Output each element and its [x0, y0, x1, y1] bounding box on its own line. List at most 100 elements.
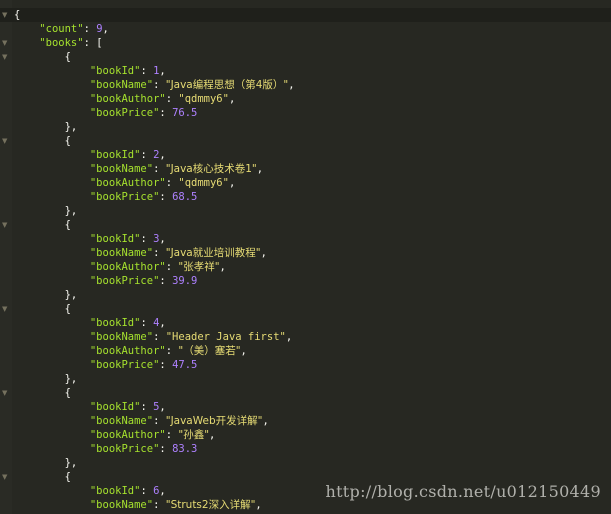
code-text: "books": [: [14, 36, 103, 50]
code-line[interactable]: "bookName": "Java核心技术卷1",: [0, 162, 611, 176]
token-punc: [14, 429, 90, 441]
code-line[interactable]: "bookName": "Java编程思想（第4版）",: [0, 78, 611, 92]
code-line[interactable]: "bookAuthor": "qdmmy6",: [0, 176, 611, 190]
fold-toggle-icon[interactable]: ▼: [2, 8, 10, 22]
code-line[interactable]: "bookPrice": 68.5: [0, 190, 611, 204]
token-punc: :: [140, 149, 154, 161]
token-key: "bookName": [89, 331, 154, 343]
token-punc: ,: [256, 163, 264, 175]
code-line[interactable]: "bookName": "Java就业培训教程",: [0, 246, 611, 260]
code-text: "bookPrice": 83.3: [14, 442, 198, 456]
code-line[interactable]: "bookAuthor": "（美）塞若",: [0, 344, 611, 358]
code-line[interactable]: "bookId": 5,: [0, 400, 611, 414]
token-punc: {: [14, 471, 71, 483]
code-line[interactable]: "bookId": 3,: [0, 232, 611, 246]
code-line[interactable]: ▼ {: [0, 218, 611, 232]
code-text: "bookName": "Java编程思想（第4版）",: [14, 78, 295, 92]
fold-toggle-icon[interactable]: ▼: [2, 470, 10, 484]
token-punc: : [: [83, 37, 103, 49]
code-line[interactable]: ▼ "books": [: [0, 36, 611, 50]
token-num: 47.5: [172, 359, 198, 371]
token-punc: {: [14, 9, 21, 21]
fold-toggle-icon[interactable]: ▼: [2, 386, 10, 400]
code-text: {: [14, 8, 20, 22]
code-line[interactable]: "bookPrice": 76.5: [0, 106, 611, 120]
token-punc: :: [153, 79, 166, 91]
token-punc: },: [14, 373, 78, 385]
token-punc: },: [14, 121, 78, 133]
code-line[interactable]: ▼ {: [0, 302, 611, 316]
code-line[interactable]: },: [0, 456, 611, 470]
token-punc: ,: [260, 247, 267, 259]
token-punc: :: [165, 93, 179, 105]
code-line[interactable]: "bookId": 4,: [0, 316, 611, 330]
token-punc: [14, 499, 90, 511]
code-line[interactable]: },: [0, 372, 611, 386]
token-punc: ,: [288, 79, 295, 91]
token-punc: [14, 23, 39, 35]
fold-toggle-icon[interactable]: ▼: [2, 50, 10, 64]
code-text: "bookId": 1,: [14, 64, 166, 78]
code-line[interactable]: "bookPrice": 47.5: [0, 358, 611, 372]
code-line[interactable]: ▼{: [0, 8, 611, 22]
token-key: "bookId": [89, 149, 141, 161]
token-str: "qdmmy6": [178, 177, 229, 189]
token-punc: ,: [285, 331, 293, 343]
token-punc: ,: [209, 429, 216, 441]
token-punc: :: [153, 331, 166, 343]
token-punc: [14, 93, 90, 105]
token-str: "Java就业培训教程": [165, 247, 261, 259]
token-punc: [14, 247, 90, 259]
token-key: "bookAuthor": [89, 93, 166, 105]
code-line[interactable]: "bookAuthor": "qdmmy6",: [0, 92, 611, 106]
token-punc: :: [140, 485, 154, 497]
token-punc: :: [159, 191, 173, 203]
code-line[interactable]: ▼ {: [0, 50, 611, 64]
code-text: {: [14, 386, 71, 400]
code-text: "bookId": 4,: [14, 316, 166, 330]
code-line[interactable]: "bookPrice": 83.3: [0, 442, 611, 456]
fold-toggle-icon[interactable]: ▼: [2, 36, 10, 50]
code-line[interactable]: },: [0, 204, 611, 218]
token-punc: :: [165, 177, 179, 189]
code-line[interactable]: "bookAuthor": "张孝祥",: [0, 260, 611, 274]
token-punc: ,: [228, 93, 236, 105]
token-punc: :: [159, 443, 173, 455]
code-line[interactable]: "count": 9,: [0, 22, 611, 36]
token-punc: :: [159, 359, 173, 371]
token-punc: },: [14, 205, 78, 217]
code-text: "bookName": "Header Java first",: [14, 330, 292, 344]
code-line[interactable]: ▼ {: [0, 134, 611, 148]
token-punc: [14, 233, 90, 245]
token-punc: :: [153, 415, 166, 427]
token-punc: :: [83, 23, 97, 35]
code-line[interactable]: "bookAuthor": "孙鑫",: [0, 428, 611, 442]
code-line[interactable]: ▼ {: [0, 386, 611, 400]
token-str: "JavaWeb开发详解": [165, 415, 263, 427]
code-line[interactable]: "bookId": 2,: [0, 148, 611, 162]
fold-toggle-icon[interactable]: ▼: [2, 134, 10, 148]
token-key: "bookPrice": [89, 191, 160, 203]
code-line[interactable]: },: [0, 288, 611, 302]
code-line[interactable]: "bookName": "JavaWeb开发详解",: [0, 414, 611, 428]
code-line[interactable]: },: [0, 120, 611, 134]
code-text: "bookName": "Java核心技术卷1",: [14, 162, 263, 176]
code-text: {: [14, 134, 71, 148]
fold-toggle-icon[interactable]: ▼: [2, 218, 10, 232]
token-num: 39.9: [172, 275, 198, 287]
fold-toggle-icon[interactable]: ▼: [2, 302, 10, 316]
code-line[interactable]: "bookId": 1,: [0, 64, 611, 78]
token-punc: },: [14, 457, 78, 469]
token-str: "（美）塞若": [178, 345, 241, 357]
code-text: "bookName": "JavaWeb开发详解",: [14, 414, 269, 428]
code-text: },: [14, 120, 78, 134]
token-punc: :: [153, 247, 166, 259]
token-punc: [14, 65, 90, 77]
token-key: "bookPrice": [89, 443, 160, 455]
token-punc: :: [165, 261, 179, 273]
code-editor[interactable]: ▼{ "count": 9, ▼ "books": [▼ { "bookId": …: [0, 0, 611, 514]
code-text: {: [14, 218, 71, 232]
code-line[interactable]: "bookPrice": 39.9: [0, 274, 611, 288]
token-key: "bookName": [89, 163, 154, 175]
code-line[interactable]: "bookName": "Header Java first",: [0, 330, 611, 344]
